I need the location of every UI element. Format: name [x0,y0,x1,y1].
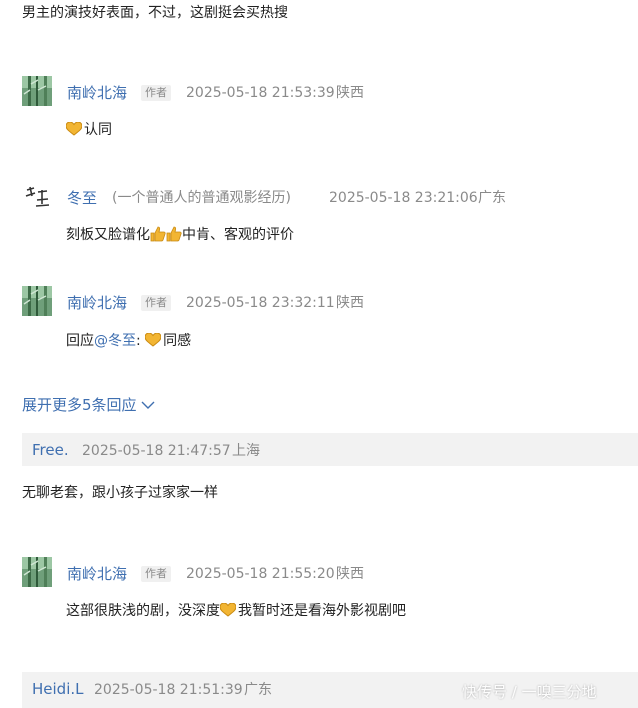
heart-hands-icon [220,603,236,617]
location: 陕西 [336,85,364,101]
avatar[interactable] [22,76,52,106]
heart-hands-icon [145,333,162,347]
heart-hands-icon [66,122,82,136]
comment-text: 男主的演技好表面，不过，这剧挺会买热搜 [22,5,288,21]
avatar[interactable] [22,286,52,316]
timestamp: 2025-05-18 21:55:20 [186,566,335,582]
reply-text-b: 我暂时还是看海外影视剧吧 [238,603,406,619]
location: 广东 [478,190,506,206]
reply-text: 认同 [84,122,112,138]
username-link[interactable]: 南岭北海 [67,293,127,313]
thumbs-up-icon [166,226,182,242]
username-link[interactable]: 南岭北海 [67,564,127,584]
author-tag: 作者 [141,85,171,101]
location: 陕西 [336,566,364,582]
location: 陕西 [336,295,364,311]
user-note: (一个普通人的普通观影经历) [112,190,291,206]
timestamp: 2025-05-18 21:51:39 [94,682,243,698]
bamboo-avatar-image [22,557,52,587]
reply-body: 这部很肤浅的剧，没深度 我暂时还是看海外影视剧吧 [66,601,406,621]
bamboo-avatar-image [22,76,52,106]
comment-text: 无聊老套，跟小孩子过家家一样 [22,485,218,501]
username-link[interactable]: 冬至 [67,188,97,208]
watermark: 快传号 / 一嗅三分地 [462,683,597,701]
reply-body: 认同 [66,120,112,140]
location: 上海 [232,443,260,459]
thumbs-up-icon [150,226,166,242]
username-link[interactable]: Heidi.L [32,679,84,699]
author-tag: 作者 [141,295,171,311]
reply-body: 刻板又脸谱化 中肯、客观的评价 [66,225,294,245]
mention-link[interactable]: @冬至 [94,333,136,349]
location: 广东 [244,682,272,698]
timestamp: 2025-05-18 21:53:39 [186,85,335,101]
reply-colon: : [136,333,141,349]
reply-text-a: 刻板又脸谱化 [66,227,150,243]
reply-text: 同感 [163,333,192,349]
avatar[interactable] [22,557,52,587]
avatar[interactable] [22,182,52,212]
calligraphy-avatar-image [22,182,52,212]
bamboo-avatar-image [22,286,52,316]
expand-more-replies-link[interactable]: 展开更多5条回应 [22,395,155,415]
username-link[interactable]: Free. [32,440,69,460]
author-tag: 作者 [141,566,171,582]
timestamp: 2025-05-18 21:47:57 [82,443,231,459]
timestamp: 2025-05-18 23:21:06 [329,190,478,206]
username-link[interactable]: 南岭北海 [67,83,127,103]
reply-body: 回应@冬至: 同感 [66,331,191,351]
timestamp: 2025-05-18 23:32:11 [186,295,335,311]
chevron-down-icon [141,401,155,409]
reply-text-a: 这部很肤浅的剧，没深度 [66,603,220,619]
reply-text-b: 中肯、客观的评价 [182,227,294,243]
expand-more-label: 展开更多5条回应 [22,396,137,414]
reply-prefix: 回应 [66,333,94,349]
